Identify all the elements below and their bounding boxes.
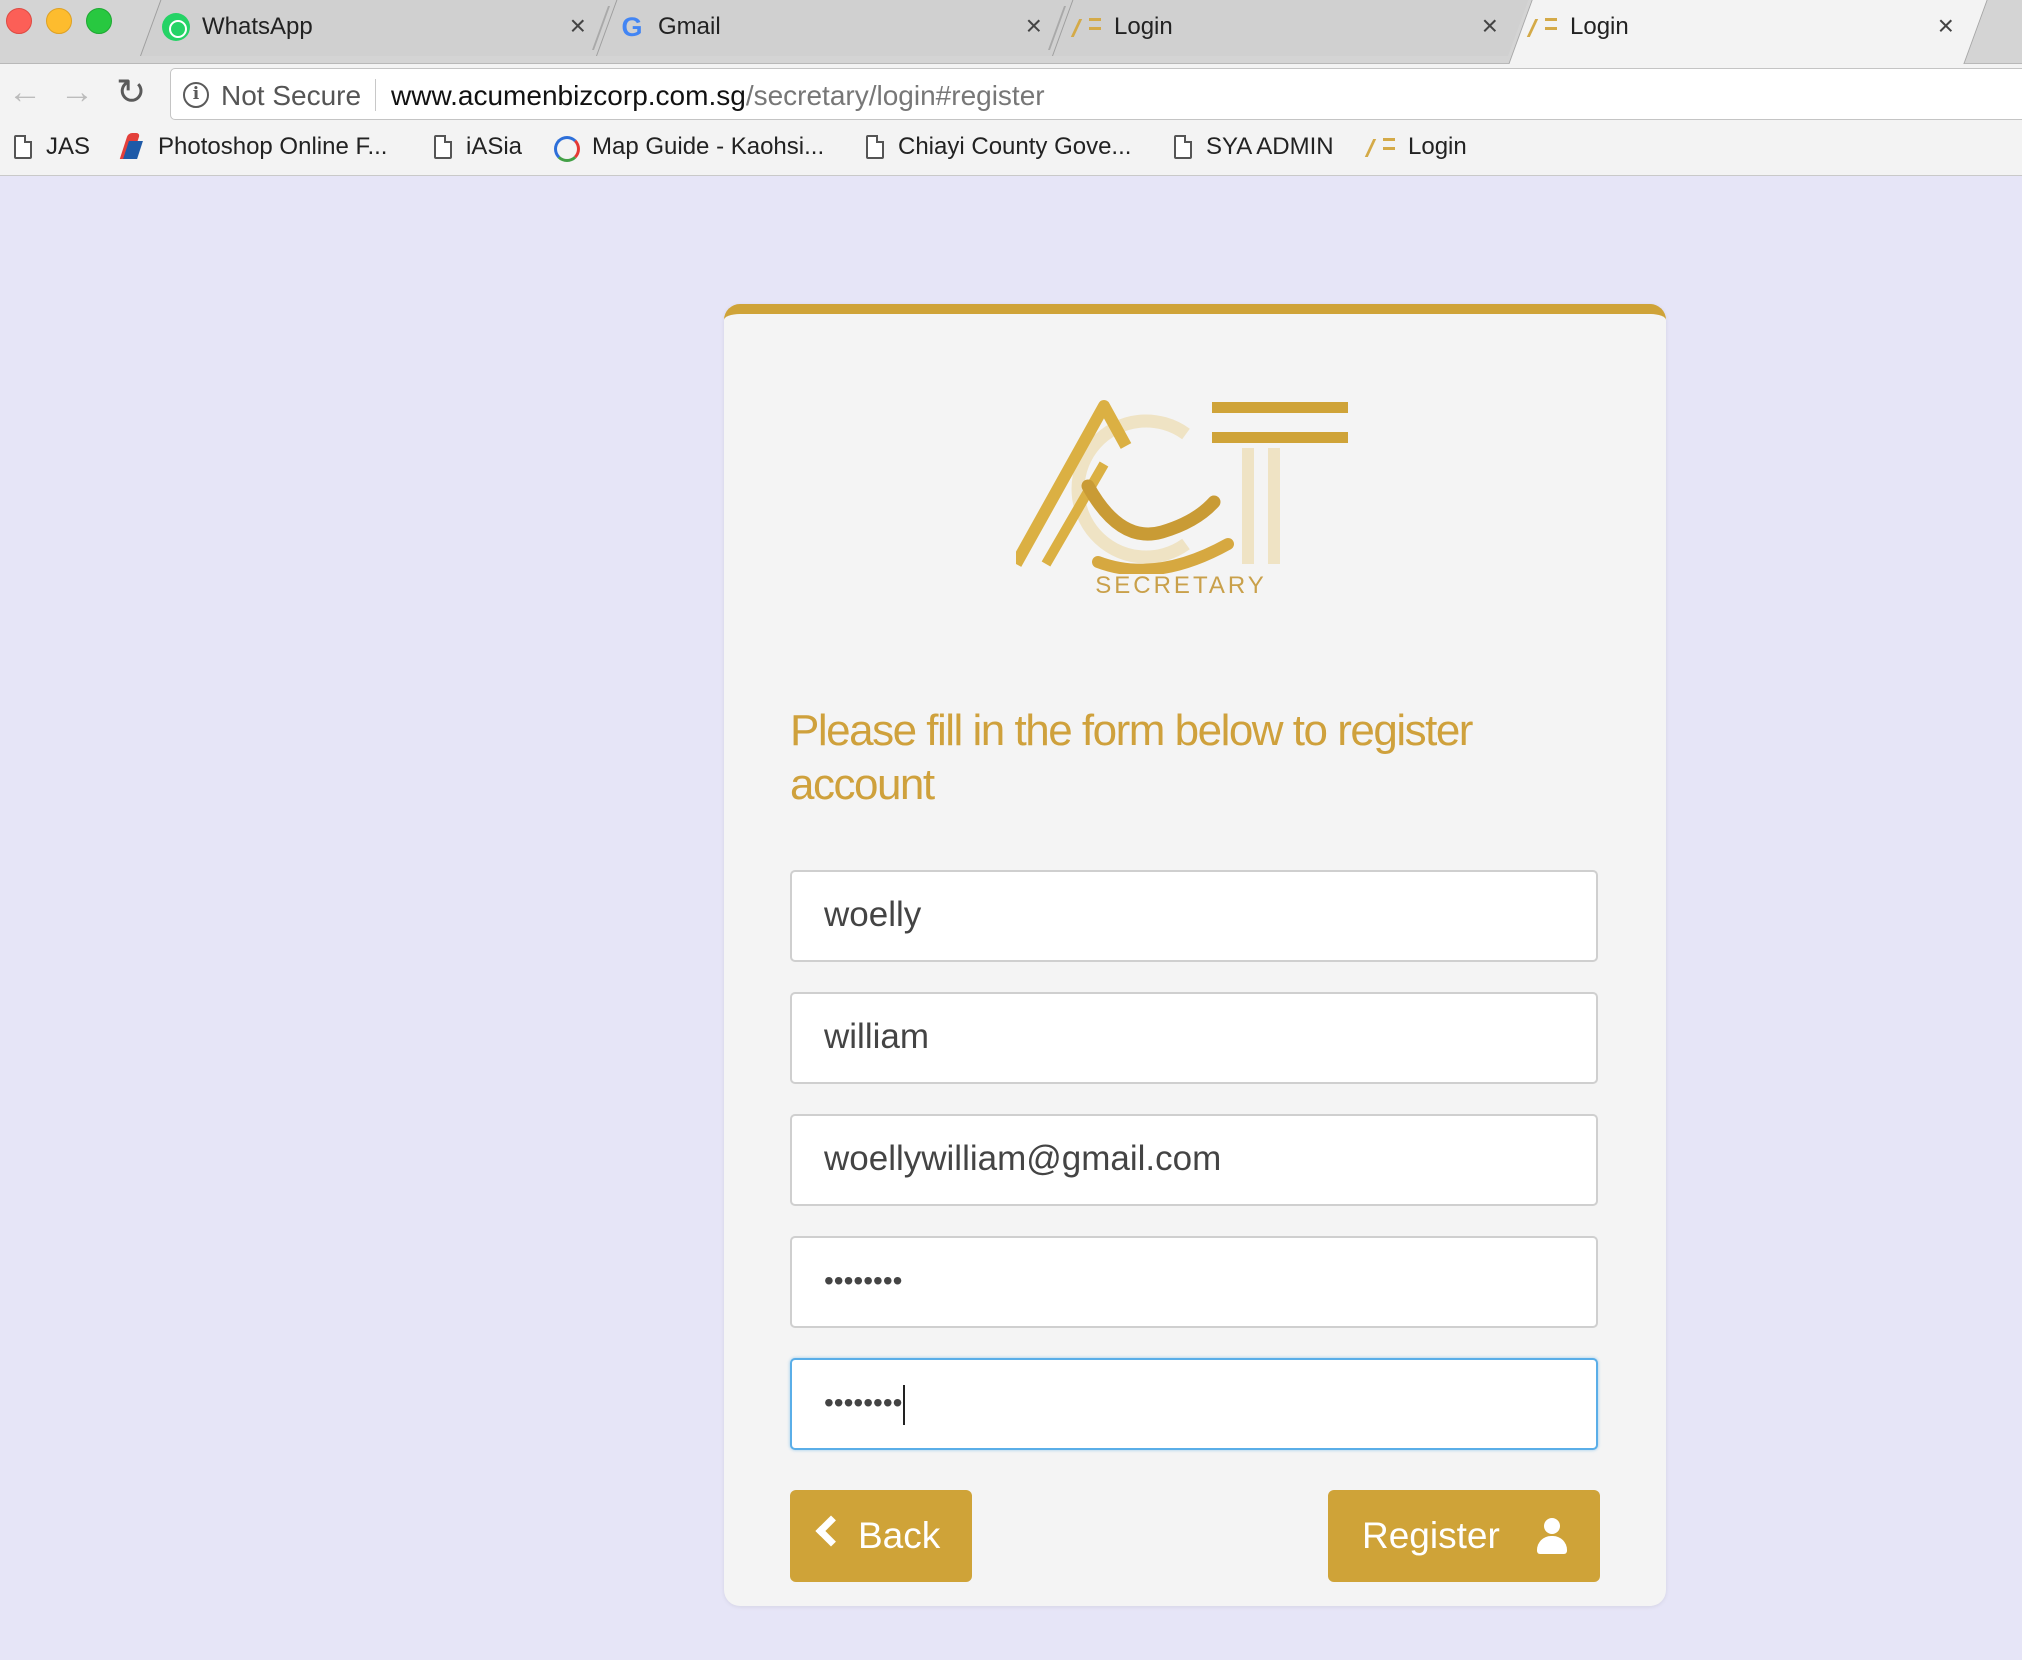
bookmark-label: Map Guide - Kaohsi... [592,133,825,160]
bookmark-sya-admin[interactable]: SYA ADMIN [1174,132,1334,162]
reload-icon[interactable]: ↻ [116,74,146,110]
close-icon[interactable]: × [570,11,586,41]
act-favicon-icon [1074,13,1102,41]
act-favicon-icon [1368,136,1395,158]
tab-title: WhatsApp [202,13,313,40]
register-button[interactable]: Register [1328,1490,1600,1582]
security-label[interactable]: Not Secure [221,81,361,111]
url-host: www.acumenbizcorp.com.sg [391,80,746,111]
form-heading: Please fill in the form below to registe… [790,706,1473,809]
bookmark-label: iASia [466,133,523,160]
bookmark-photoshop-online[interactable]: Photoshop Online F... [120,132,387,162]
user-icon [1536,1518,1568,1554]
bookmark-label: JAS [46,133,91,160]
act-favicon-icon [1530,13,1558,41]
info-icon[interactable]: i [183,82,209,108]
close-icon[interactable]: × [1026,11,1042,41]
map-icon [552,134,580,162]
last-name-field[interactable]: william [790,992,1598,1084]
act-secretary-logo: SECRETARY [1010,394,1366,624]
window-maximize-button[interactable] [86,8,112,34]
close-icon[interactable]: × [1482,11,1498,41]
register-button-label: Register [1362,1515,1500,1556]
window-minimize-button[interactable] [46,8,72,34]
url-path: /secretary/login#register [745,80,1045,111]
url-text[interactable]: www.acumenbizcorp.com.sg/secretary/login… [391,81,1045,111]
chevron-left-icon [815,1515,847,1547]
google-icon: G [621,12,643,42]
bookmark-label: Login [1408,133,1467,160]
address-bar[interactable]: i Not Secure www.acumenbizcorp.com.sg/se… [170,68,2022,120]
confirm-password-value: •••••••• [824,1387,903,1418]
browser-toolbar: ← → ↻ i Not Secure www.acumenbizcorp.com… [0,64,2022,120]
tab-gmail[interactable]: G Gmail × [596,0,1073,56]
bookmark-map-guide[interactable]: Map Guide - Kaohsi... [552,132,824,162]
email-field[interactable]: woellywilliam@gmail.com [790,1114,1598,1206]
bookmark-label: Chiayi County Gove... [898,133,1132,160]
page-icon [866,135,884,159]
bookmarks-bar: JAS Photoshop Online F... iASia Map Guid… [0,122,2022,174]
browser-chrome: WhatsApp × G Gmail × Login × Login × ← →… [0,0,2022,176]
tab-login-active[interactable]: Login × [1508,0,1988,65]
act-logo-mark [1010,400,1348,576]
tab-whatsapp[interactable]: WhatsApp × [140,0,617,56]
page-icon [14,135,32,159]
text-caret [903,1384,906,1425]
whatsapp-icon [162,13,190,41]
photoshop-icon [120,133,144,161]
bookmark-label: SYA ADMIN [1206,133,1334,160]
tab-title: Gmail [658,13,721,40]
tab-title: Login [1114,13,1173,40]
forward-arrow-icon[interactable]: → [60,74,94,110]
bookmark-jas[interactable]: JAS [14,132,90,162]
bookmark-login[interactable]: Login [1368,132,1467,162]
back-arrow-icon[interactable]: ← [8,74,42,110]
back-button[interactable]: Back [790,1490,972,1582]
first-name-field[interactable]: woelly [790,870,1598,962]
window-close-button[interactable] [6,8,32,34]
register-card: SECRETARY Please fill in the form below … [724,304,1666,1606]
tab-strip: WhatsApp × G Gmail × Login × Login × [0,0,2022,65]
bookmark-iasia[interactable]: iASia [434,132,522,162]
logo-subtitle: SECRETARY [1095,572,1267,599]
confirm-password-field[interactable]: •••••••• [790,1358,1598,1450]
back-button-label: Back [858,1515,941,1556]
close-icon[interactable]: × [1938,11,1954,41]
bookmark-label: Photoshop Online F... [158,133,388,160]
tab-title: Login [1570,13,1629,40]
tab-login[interactable]: Login × [1052,0,1529,56]
bookmark-chiayi-county[interactable]: Chiayi County Gove... [866,132,1131,162]
page-icon [1174,135,1192,159]
password-field[interactable]: •••••••• [790,1236,1598,1328]
page-icon [434,135,452,159]
